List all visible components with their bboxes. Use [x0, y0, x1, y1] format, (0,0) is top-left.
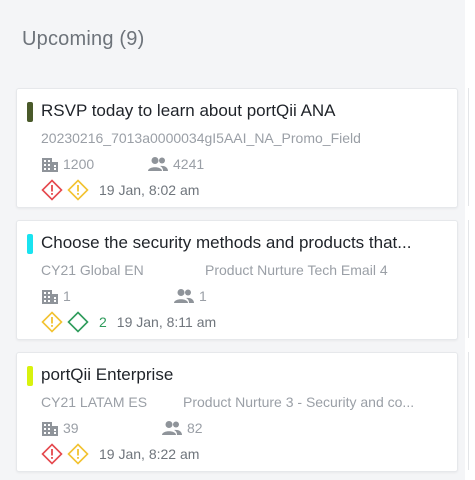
- adjacent-card-edge: [468, 220, 475, 338]
- campaign-card[interactable]: Choose the security methods and products…: [16, 220, 458, 340]
- campaign-color-tag: [27, 234, 33, 254]
- company-count: 39: [63, 420, 79, 436]
- campaign-color-tag: [27, 366, 33, 386]
- campaign-region: CY21 LATAM ES: [41, 394, 148, 410]
- error-diamond-icon[interactable]: [41, 179, 63, 201]
- status-row: 19 Jan, 8:02 am: [41, 179, 199, 201]
- company-stat: 39: [41, 419, 79, 437]
- building-icon: [42, 289, 58, 304]
- campaign-title[interactable]: Choose the security methods and products…: [41, 233, 449, 253]
- warning-diamond-icon[interactable]: [41, 311, 63, 333]
- people-stat: 82: [161, 419, 203, 437]
- building-icon: [42, 157, 58, 172]
- scheduled-time: 19 Jan, 8:11 am: [116, 314, 217, 330]
- campaign-title[interactable]: RSVP today to learn about portQii ANA: [41, 101, 449, 121]
- campaign-card[interactable]: RSVP today to learn about portQii ANA 20…: [16, 88, 458, 208]
- campaign-title[interactable]: portQii Enterprise: [41, 365, 449, 385]
- adjacent-card-edge: [468, 352, 475, 470]
- people-count: 82: [187, 420, 203, 436]
- campaign-program: Product Nurture Tech Email 4: [205, 262, 388, 278]
- company-stat: 1: [41, 287, 71, 305]
- people-stat: 1: [173, 287, 207, 305]
- building-icon: [42, 421, 58, 436]
- campaign-color-tag: [27, 102, 33, 122]
- people-count: 1: [199, 288, 207, 304]
- people-count: 4241: [173, 156, 205, 172]
- campaign-code: 20230216_7013a0000034gI5AAI_NA_Promo_Fie…: [41, 130, 361, 146]
- campaign-program: Product Nurture 3 - Security and co...: [183, 394, 415, 410]
- error-diamond-icon[interactable]: [41, 443, 63, 465]
- warning-diamond-icon[interactable]: [67, 443, 89, 465]
- people-icon: [162, 421, 182, 435]
- status-row: 19 Jan, 8:22 am: [41, 443, 199, 465]
- scheduled-time: 19 Jan, 8:22 am: [99, 446, 200, 462]
- campaign-region: CY21 Global EN: [41, 262, 144, 278]
- success-diamond-icon[interactable]: [67, 311, 89, 333]
- company-stat: 1200: [41, 155, 94, 173]
- people-icon: [148, 157, 168, 171]
- status-row: 2 19 Jan, 8:11 am: [41, 311, 216, 333]
- company-count: 1: [63, 288, 71, 304]
- people-icon: [174, 289, 194, 303]
- company-count: 1200: [63, 156, 95, 172]
- adjacent-card-edge: [468, 88, 475, 206]
- scheduled-time: 19 Jan, 8:02 am: [99, 182, 200, 198]
- column-title: Upcoming (9): [22, 28, 145, 50]
- warning-diamond-icon[interactable]: [67, 179, 89, 201]
- people-stat: 4241: [147, 155, 204, 173]
- success-count: 2: [99, 314, 107, 330]
- campaign-card[interactable]: portQii Enterprise CY21 LATAM ES Product…: [16, 352, 458, 472]
